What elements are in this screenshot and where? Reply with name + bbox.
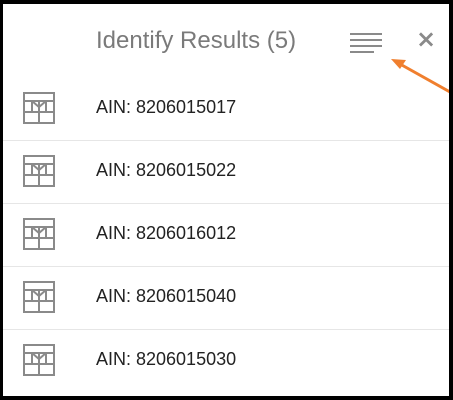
list-item[interactable]: AIN: 8206015030: [3, 330, 449, 393]
list-item[interactable]: AIN: 8206015017: [3, 78, 449, 141]
result-label: AIN: 8206016012: [96, 223, 237, 243]
menu-line: [350, 39, 382, 41]
result-label: AIN: 8206015017: [96, 97, 237, 117]
panel-title: Identify Results (5): [96, 27, 297, 54]
parcel-icon: [23, 281, 55, 313]
list-item[interactable]: AIN: 8206015040: [3, 267, 449, 330]
result-label: AIN: 8206015030: [96, 349, 237, 369]
panel-header: Identify Results (5) ×: [3, 4, 449, 78]
result-label: AIN: 8206015040: [96, 286, 237, 306]
parcel-icon: [23, 344, 55, 376]
result-label: AIN: 8206015022: [96, 160, 237, 180]
menu-line: [350, 45, 382, 47]
parcel-icon: [23, 218, 55, 250]
list-item[interactable]: AIN: 8206016012: [3, 204, 449, 267]
close-icon[interactable]: ×: [415, 24, 437, 54]
list-item[interactable]: AIN: 8206015022: [3, 141, 449, 204]
identify-results-panel: Identify Results (5) × AIN: 8206015017 A…: [3, 4, 449, 396]
menu-line: [350, 33, 382, 35]
parcel-icon: [23, 155, 55, 187]
list-lines-icon[interactable]: [350, 31, 382, 55]
menu-line: [350, 51, 374, 53]
parcel-icon: [23, 92, 55, 124]
